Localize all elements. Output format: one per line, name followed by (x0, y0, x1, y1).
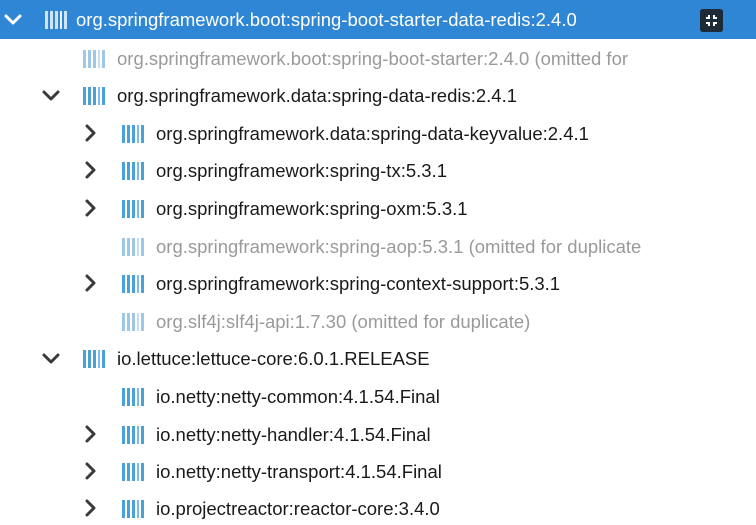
expand-right-icon[interactable] (79, 159, 101, 181)
dependency-label: org.springframework:spring-aop:5.3.1 (om… (156, 236, 642, 257)
tree-row[interactable]: org.springframework.boot:spring-boot-sta… (0, 40, 756, 77)
expand-right-icon[interactable] (79, 272, 101, 294)
dependency-label: io.netty:netty-common:4.1.54.Final (156, 386, 440, 407)
tree-row[interactable]: org.springframework:spring-aop:5.3.1 (om… (0, 228, 756, 265)
dependency-label: io.projectreactor:reactor-core:3.4.0 (156, 498, 440, 519)
library-icon (121, 312, 146, 332)
tree-row[interactable]: io.netty:netty-handler:4.1.54.Final (0, 416, 756, 453)
library-icon (44, 10, 69, 30)
library-icon (121, 462, 146, 482)
expand-down-icon[interactable] (40, 347, 62, 369)
tree-row[interactable]: org.springframework:spring-oxm:5.3.1 (0, 190, 756, 227)
dependency-label: io.netty:netty-handler:4.1.54.Final (156, 424, 431, 445)
library-icon (121, 199, 146, 219)
expand-right-icon[interactable] (79, 197, 101, 219)
tree-row[interactable]: org.springframework:spring-context-suppo… (0, 265, 756, 302)
library-icon (121, 387, 146, 407)
tree-row[interactable]: io.projectreactor:reactor-core:3.4.0 (0, 490, 756, 525)
dependency-label: org.springframework.data:spring-data-key… (156, 123, 589, 144)
expand-right-icon[interactable] (79, 460, 101, 482)
library-icon (121, 274, 146, 294)
dependency-label: org.springframework:spring-context-suppo… (156, 273, 561, 294)
expand-right-icon[interactable] (79, 497, 101, 519)
dependency-label: org.slf4j:slf4j-api:1.7.30 (omitted for … (156, 311, 531, 332)
tree-row[interactable]: org.springframework.boot:spring-boot-sta… (0, 0, 756, 39)
collapse-icon[interactable] (700, 9, 723, 32)
library-icon (82, 49, 107, 69)
dependency-label: org.springframework.data:spring-data-red… (117, 85, 517, 106)
dependency-tree: org.springframework.boot:spring-boot-sta… (0, 0, 756, 525)
tree-row[interactable]: io.netty:netty-transport:4.1.54.Final (0, 453, 756, 490)
expand-down-icon[interactable] (40, 84, 62, 106)
tree-row[interactable]: org.springframework.data:spring-data-key… (0, 115, 756, 152)
dependency-label: org.springframework.boot:spring-boot-sta… (76, 9, 577, 30)
library-icon (82, 86, 107, 106)
tree-row[interactable]: io.lettuce:lettuce-core:6.0.1.RELEASE (0, 340, 756, 377)
expand-down-icon[interactable] (2, 8, 24, 30)
tree-row[interactable]: org.springframework:spring-tx:5.3.1 (0, 152, 756, 189)
library-icon (82, 349, 107, 369)
library-icon (121, 237, 146, 257)
library-icon (121, 425, 146, 445)
tree-row[interactable]: org.slf4j:slf4j-api:1.7.30 (omitted for … (0, 303, 756, 340)
library-icon (121, 499, 146, 519)
library-icon (121, 161, 146, 181)
library-icon (121, 124, 146, 144)
expand-right-icon[interactable] (79, 423, 101, 445)
dependency-label: org.springframework.boot:spring-boot-sta… (117, 48, 629, 69)
dependency-label: org.springframework:spring-oxm:5.3.1 (156, 198, 468, 219)
expand-right-icon[interactable] (79, 122, 101, 144)
tree-row[interactable]: org.springframework.data:spring-data-red… (0, 77, 756, 114)
tree-row[interactable]: io.netty:netty-common:4.1.54.Final (0, 378, 756, 415)
dependency-label: io.lettuce:lettuce-core:6.0.1.RELEASE (117, 348, 430, 369)
dependency-label: io.netty:netty-transport:4.1.54.Final (156, 461, 442, 482)
dependency-label: org.springframework:spring-tx:5.3.1 (156, 160, 447, 181)
